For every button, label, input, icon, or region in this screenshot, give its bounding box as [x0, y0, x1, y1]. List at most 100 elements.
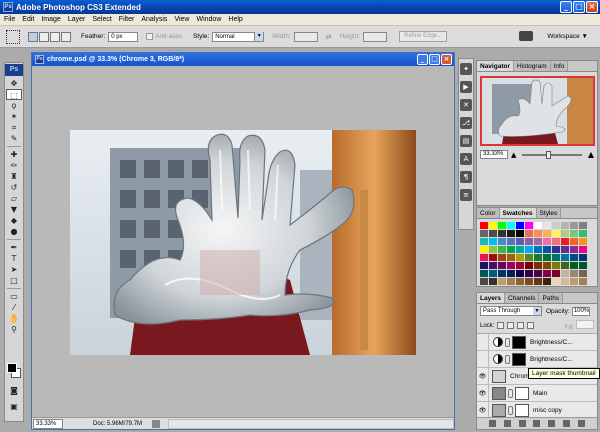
color-swatch[interactable]: [534, 230, 542, 237]
brushes-icon[interactable]: ✦: [460, 63, 472, 75]
antialias-checkbox[interactable]: [146, 33, 154, 40]
tab-layers[interactable]: Layers: [477, 293, 505, 303]
color-swatch[interactable]: [507, 254, 515, 261]
menu-image[interactable]: Image: [41, 16, 60, 23]
visibility-toggle[interactable]: [477, 350, 489, 368]
minimize-button[interactable]: _: [560, 1, 572, 13]
blend-mode-select[interactable]: Pass Through ▼: [480, 306, 542, 316]
menu-filter[interactable]: Filter: [119, 16, 135, 23]
clone-stamp-tool-icon[interactable]: ♜: [6, 171, 22, 182]
layer-row[interactable]: 👁 Main: [477, 384, 597, 402]
style-select[interactable]: Normal ▼: [212, 31, 265, 42]
paint-bucket-tool-icon[interactable]: ▼: [6, 204, 22, 215]
adjustment-layer-button-icon[interactable]: [533, 420, 541, 427]
color-swatch[interactable]: [480, 222, 488, 229]
color-swatch[interactable]: [552, 246, 560, 253]
color-swatch[interactable]: [507, 230, 515, 237]
color-swatch[interactable]: [570, 246, 578, 253]
crop-tool-icon[interactable]: ⌗: [6, 122, 22, 133]
color-swatch[interactable]: [525, 254, 533, 261]
color-swatch[interactable]: [534, 222, 542, 229]
color-swatch[interactable]: [579, 278, 587, 285]
tab-navigator[interactable]: Navigator: [477, 61, 514, 71]
layer-name[interactable]: Brightness/C...: [530, 356, 573, 363]
color-swatch[interactable]: [561, 246, 569, 253]
path-selection-tool-icon[interactable]: ➤: [6, 264, 22, 275]
color-swatch[interactable]: [516, 238, 524, 245]
color-swatch[interactable]: [525, 230, 533, 237]
color-swatch[interactable]: [543, 270, 551, 277]
color-swatch[interactable]: [507, 262, 515, 269]
tab-paths[interactable]: Paths: [539, 293, 564, 303]
eye-icon[interactable]: 👁: [477, 401, 489, 419]
layer-thumbnail[interactable]: [492, 386, 506, 400]
color-swatch[interactable]: [543, 254, 551, 261]
layer-comps-icon[interactable]: ≡: [460, 189, 472, 201]
color-swatch[interactable]: [543, 262, 551, 269]
trash-icon[interactable]: [577, 420, 585, 427]
opacity-input[interactable]: 100%: [571, 306, 590, 316]
color-swatch[interactable]: [579, 222, 587, 229]
height-input[interactable]: [363, 31, 388, 42]
color-swatch[interactable]: [579, 238, 587, 245]
status-menu-icon[interactable]: [152, 419, 161, 428]
color-swatch[interactable]: [543, 230, 551, 237]
layer-mask-thumbnail[interactable]: [512, 352, 526, 366]
move-tool-icon[interactable]: ✥: [6, 78, 22, 89]
color-swatch[interactable]: [525, 278, 533, 285]
subtract-selection-button[interactable]: [50, 31, 60, 42]
color-swatch[interactable]: [552, 254, 560, 261]
color-swatch[interactable]: [489, 254, 497, 261]
zoom-tool-icon[interactable]: ⚲: [6, 324, 22, 335]
canvas-area[interactable]: [32, 66, 454, 418]
color-swatch[interactable]: [525, 262, 533, 269]
color-swatch[interactable]: [498, 246, 506, 253]
blur-tool-icon[interactable]: ◆: [6, 215, 22, 226]
menu-window[interactable]: Window: [196, 16, 221, 23]
paragraph-icon[interactable]: ¶: [460, 171, 472, 183]
tab-styles[interactable]: Styles: [536, 208, 562, 218]
color-swatch[interactable]: [561, 262, 569, 269]
feather-input[interactable]: 0 px: [108, 31, 139, 42]
color-swatch[interactable]: [516, 278, 524, 285]
navigator-zoom-slider[interactable]: [522, 150, 582, 159]
color-swatch[interactable]: [498, 270, 506, 277]
color-swatch[interactable]: [543, 238, 551, 245]
menu-help[interactable]: Help: [228, 16, 242, 23]
lasso-tool-icon[interactable]: ϙ: [6, 100, 22, 111]
intersect-selection-button[interactable]: [61, 31, 71, 42]
screen-mode-icon[interactable]: ▣: [6, 401, 22, 412]
color-swatch[interactable]: [516, 254, 524, 261]
layer-mask-thumbnail[interactable]: [515, 403, 529, 417]
color-swatch[interactable]: [480, 262, 488, 269]
eraser-tool-icon[interactable]: ▱: [6, 193, 22, 204]
tools-icon[interactable]: ✕: [460, 99, 472, 111]
color-swatch[interactable]: [570, 222, 578, 229]
color-swatch[interactable]: [570, 230, 578, 237]
color-swatch[interactable]: [525, 246, 533, 253]
color-swatch[interactable]: [498, 230, 506, 237]
color-swatch[interactable]: [561, 230, 569, 237]
color-swatch[interactable]: [525, 222, 533, 229]
type-tool-icon[interactable]: T: [6, 253, 22, 264]
color-swatch[interactable]: [489, 270, 497, 277]
color-swatch[interactable]: [480, 278, 488, 285]
color-swatch[interactable]: [525, 238, 533, 245]
color-swatch[interactable]: [543, 278, 551, 285]
color-swatch[interactable]: [570, 262, 578, 269]
tab-swatches[interactable]: Swatches: [499, 208, 537, 218]
lock-position-icon[interactable]: [517, 322, 525, 329]
foreground-color-swatch[interactable]: [7, 363, 17, 373]
color-swatch[interactable]: [570, 238, 578, 245]
pen-tool-icon[interactable]: ✒: [6, 242, 22, 253]
document-maximize-button[interactable]: □: [429, 54, 440, 65]
color-swatch[interactable]: [552, 222, 560, 229]
color-swatch[interactable]: [552, 270, 560, 277]
color-swatch[interactable]: [498, 278, 506, 285]
tab-channels[interactable]: Channels: [504, 293, 540, 303]
menu-analysis[interactable]: Analysis: [141, 16, 167, 23]
dodge-tool-icon[interactable]: ●: [6, 226, 22, 237]
add-selection-button[interactable]: [39, 31, 49, 42]
color-swatch[interactable]: [480, 254, 488, 261]
color-swatch[interactable]: [579, 254, 587, 261]
